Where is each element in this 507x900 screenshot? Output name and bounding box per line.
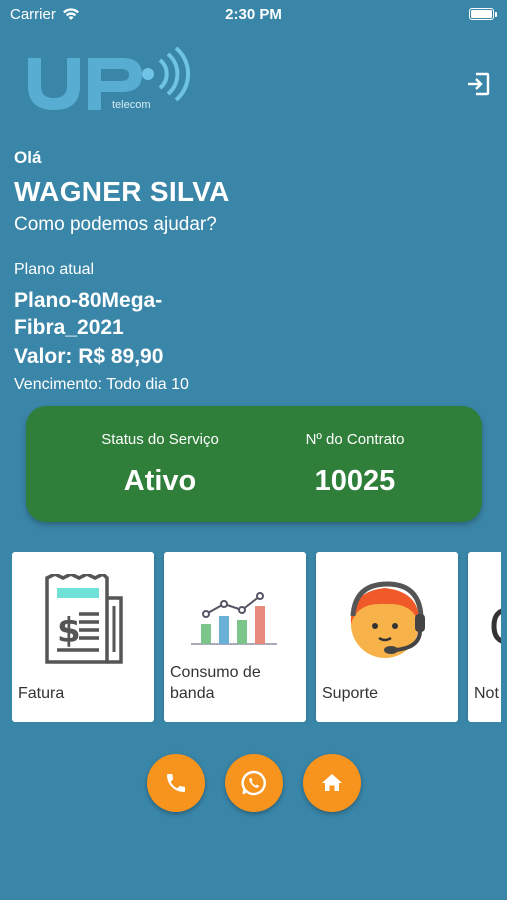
plan-value: Valor: R$ 89,90 [14,345,164,368]
service-status: Status do Serviço Ativo [74,430,246,498]
logo-subtext: telecom [112,99,151,111]
plan-due-date: Vencimento: Todo dia 10 [14,376,189,393]
bandwidth-chart-icon [191,592,277,645]
service-status-card: Status do Serviço Ativo Nº do Contrato 1… [26,406,482,522]
home-button[interactable] [303,754,361,812]
menu-card-label: Consumo de banda [170,664,261,702]
plan-name: Plano-80Mega- Fibra_2021 [14,287,314,341]
status-bar: Carrier 2:30 PM [0,0,507,28]
contract-number-label: Nº do Contrato [305,431,405,448]
hello-label: Olá [14,148,42,167]
whatsapp-icon [241,770,266,796]
logout-icon [468,72,490,96]
home-icon [322,774,342,791]
plan-name-line2: Fibra_2021 [14,316,124,339]
user-name: WAGNER SILVA [14,176,230,207]
menu-card-label: Fatura [18,685,65,702]
invoice-icon: $ [45,574,123,664]
plan-section: Plano atual Plano-80Mega- Fibra_2021 Val… [14,259,314,396]
help-prompt: Como podemos ajudar? [14,214,217,235]
battery-icon [469,8,497,20]
greeting-section: Olá WAGNER SILVA Como podemos ajudar? [14,147,484,237]
wifi-icon [62,8,79,20]
carrier-label: Carrier [10,5,56,23]
phone-icon [167,774,185,792]
support-agent-icon [350,581,425,658]
menu-carousel[interactable]: $ Fatura Consumo de banda Suporte Not [12,552,501,722]
status-left: Carrier [10,6,80,23]
logout-button[interactable] [462,68,494,100]
plan-label: Plano atual [14,261,95,278]
phone-button[interactable] [147,754,205,812]
service-status-value: Ativo [123,465,197,497]
contract-number-value: 10025 [314,465,396,497]
service-status-label: Status do Serviço [101,431,219,448]
notification-icon [491,608,501,644]
menu-card-notificacoes[interactable]: Not [468,552,501,722]
up-telecom-logo: telecom [28,46,191,111]
svg-text:$: $ [57,611,81,651]
menu-card-consumo-banda[interactable]: Consumo de banda [164,552,306,722]
menu-card-label: Suporte [322,685,379,702]
menu-card-label: Not [474,685,499,702]
menu-card-fatura[interactable]: $ Fatura [12,552,154,722]
whatsapp-button[interactable] [225,754,283,812]
contract-number: Nº do Contrato 10025 [280,430,430,498]
plan-name-line1: Plano-80Mega- [14,289,163,312]
menu-card-suporte[interactable]: Suporte [316,552,458,722]
